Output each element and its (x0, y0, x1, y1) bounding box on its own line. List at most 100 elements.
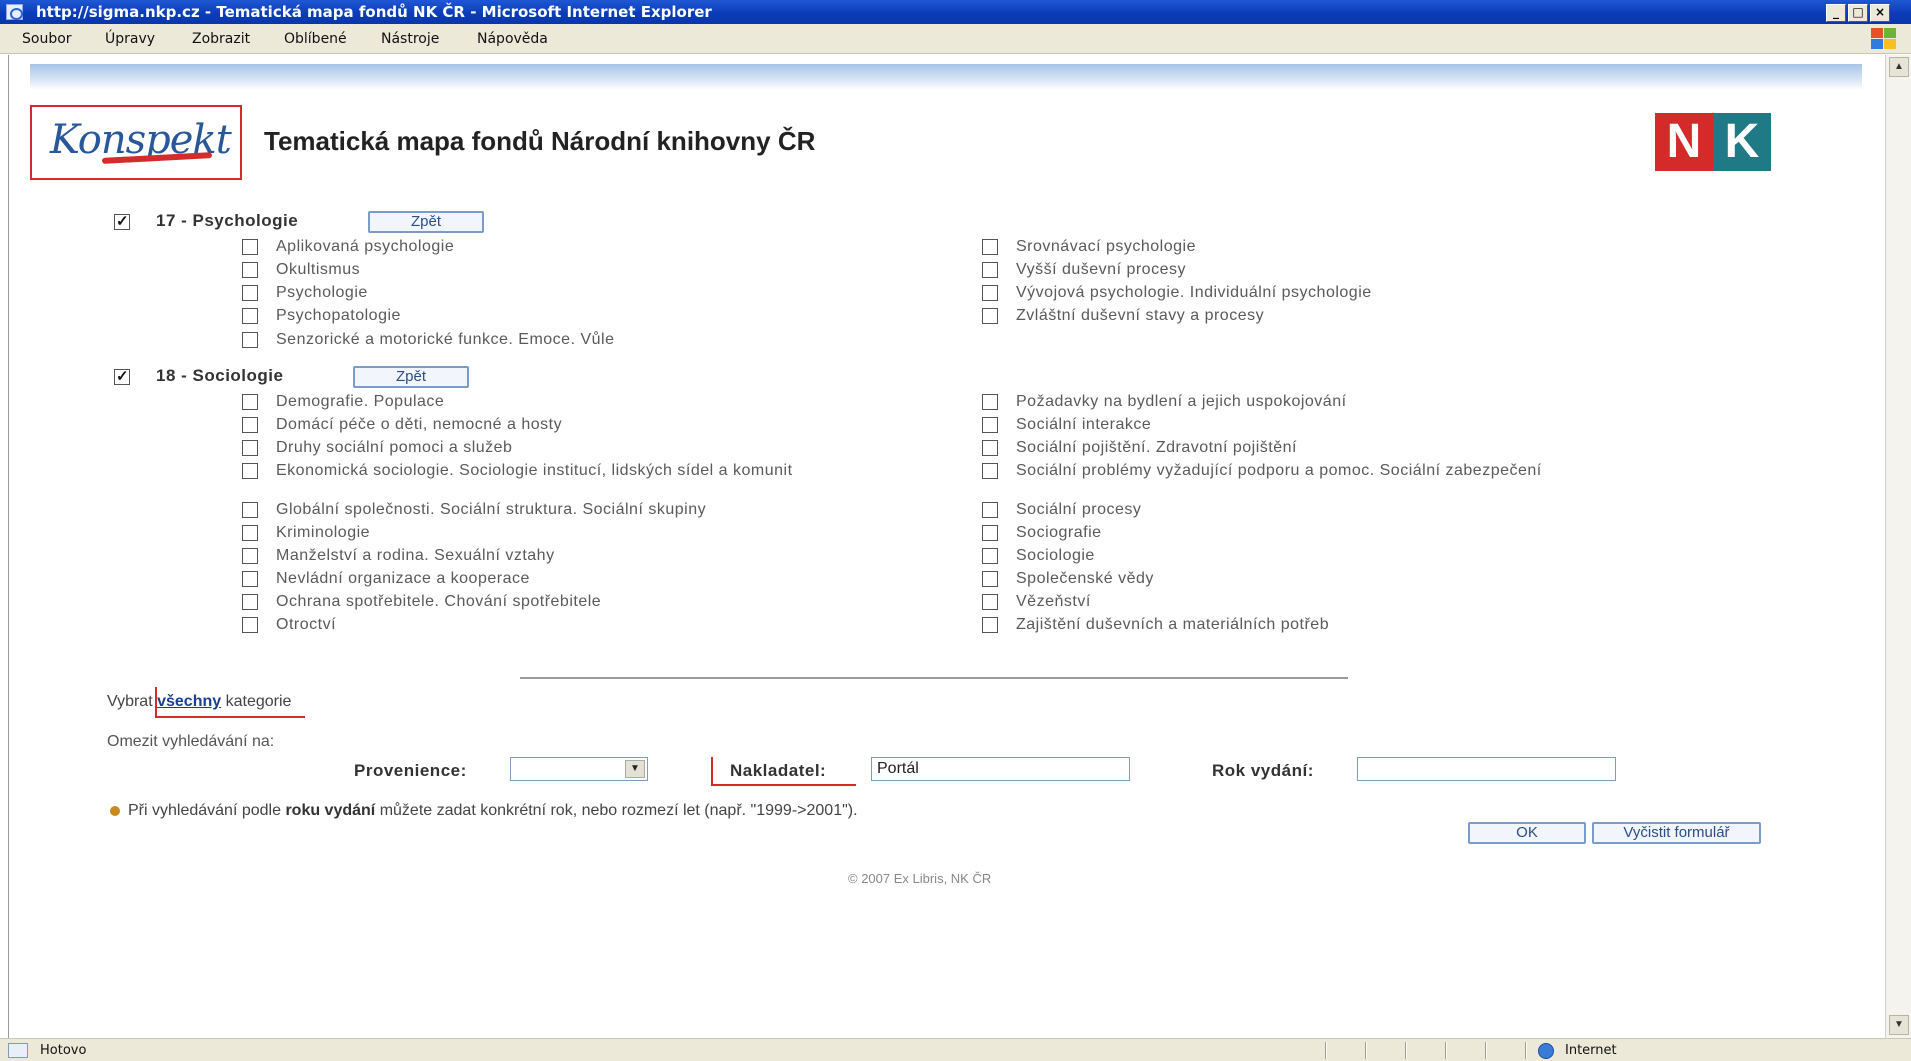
year-label: Rok vydání: (1212, 761, 1314, 780)
subcategory-checkbox[interactable] (242, 417, 258, 433)
select-all-prefix: Vybrat (107, 693, 153, 710)
scroll-up-icon[interactable]: ▲ (1889, 57, 1909, 77)
menu-napoveda[interactable]: Nápověda (477, 31, 548, 47)
copyright-notice: © 2007 Ex Libris, NK ČR (848, 871, 992, 886)
menu-bar: Soubor Úpravy Zobrazit Oblíbené Nástroje… (0, 24, 1911, 54)
minimize-button[interactable]: _ (1826, 4, 1846, 22)
menu-soubor[interactable]: Soubor (22, 31, 72, 47)
select-all-link[interactable]: všechny (157, 693, 221, 710)
publisher-label: Nakladatel: (730, 761, 827, 780)
subcategory-label: Srovnávací psychologie (1016, 238, 1196, 255)
status-separator (1365, 1042, 1367, 1059)
chevron-down-icon[interactable]: ▼ (625, 760, 645, 778)
scroll-down-icon[interactable]: ▼ (1889, 1015, 1909, 1035)
subcategory-label: Požadavky na bydlení a jejich uspokojová… (1016, 393, 1347, 410)
subcategory-label: Vývojová psychologie. Individuální psych… (1016, 284, 1372, 301)
konspekt-logo: Konspekt (30, 105, 242, 180)
annotation-mark (155, 687, 157, 717)
internet-explorer-icon (6, 4, 23, 20)
subcategory-label: Aplikovaná psychologie (276, 238, 455, 255)
status-separator (1325, 1042, 1327, 1059)
subcategory-checkbox[interactable] (982, 502, 998, 518)
vertical-scrollbar[interactable]: ▲ ▼ (1885, 55, 1911, 1038)
hint-prefix: Při vyhledávání podle (128, 802, 281, 819)
subcategory-label: Kriminologie (276, 524, 371, 541)
subcategory-label: Společenské vědy (1016, 570, 1154, 587)
clear-form-button[interactable]: Vyčistit formulář (1592, 822, 1761, 844)
subcategory-label: Sociální problémy vyžadující podporu a p… (1016, 462, 1542, 479)
subcategory-checkbox[interactable] (242, 525, 258, 541)
category-17-back-button[interactable]: Zpět (368, 211, 484, 233)
maximize-button[interactable]: □ (1848, 4, 1868, 22)
subcategory-label: Otroctví (276, 616, 337, 633)
menu-zobrazit[interactable]: Zobrazit (192, 31, 250, 47)
subcategory-checkbox[interactable] (982, 262, 998, 278)
subcategory-checkbox[interactable] (242, 571, 258, 587)
page-icon (8, 1043, 28, 1058)
subcategory-label: Demografie. Populace (276, 393, 445, 410)
menu-oblibene[interactable]: Oblíbené (284, 31, 347, 47)
subcategory-checkbox[interactable] (242, 502, 258, 518)
status-text: Hotovo (40, 1043, 87, 1058)
subcategory-checkbox[interactable] (982, 463, 998, 479)
subcategory-checkbox[interactable] (982, 417, 998, 433)
provenience-select[interactable]: ▼ (510, 757, 648, 781)
subcategory-checkbox[interactable] (982, 617, 998, 633)
subcategory-checkbox[interactable] (242, 440, 258, 456)
subcategory-checkbox[interactable] (242, 594, 258, 610)
menu-upravy[interactable]: Úpravy (105, 31, 155, 47)
subcategory-checkbox[interactable] (242, 394, 258, 410)
subcategory-checkbox[interactable] (982, 394, 998, 410)
subcategory-checkbox[interactable] (242, 239, 258, 255)
category-17-checkbox[interactable] (114, 212, 130, 230)
annotation-mark (711, 784, 856, 786)
subcategory-checkbox[interactable] (242, 548, 258, 564)
subcategory-checkbox[interactable] (982, 239, 998, 255)
status-separator (1405, 1042, 1407, 1059)
year-input[interactable] (1357, 757, 1616, 781)
menu-nastroje[interactable]: Nástroje (381, 31, 439, 47)
subcategory-label: Globální společnosti. Sociální struktura… (276, 501, 707, 518)
annotation-mark (155, 716, 305, 718)
subcategory-checkbox[interactable] (982, 594, 998, 610)
subcategory-label: Senzorické a motorické funkce. Emoce. Vů… (276, 331, 615, 348)
subcategory-label: Manželství a rodina. Sexuální vztahy (276, 547, 555, 564)
subcategory-checkbox[interactable] (982, 571, 998, 587)
hint-suffix: můžete zadat konkrétní rok, nebo rozmezí… (379, 802, 858, 819)
nk-logo-k: K (1713, 113, 1771, 171)
annotation-mark (711, 757, 713, 785)
subcategory-checkbox[interactable] (242, 332, 258, 348)
header-gradient-strip (30, 64, 1862, 90)
subcategory-checkbox[interactable] (982, 440, 998, 456)
subcategory-label: Zvláštní duševní stavy a procesy (1016, 307, 1265, 324)
subcategory-checkbox[interactable] (242, 262, 258, 278)
subcategory-checkbox[interactable] (982, 548, 998, 564)
subcategory-label: Vyšší duševní procesy (1016, 261, 1186, 278)
subcategory-checkbox[interactable] (242, 617, 258, 633)
category-18-checkbox[interactable] (114, 367, 130, 385)
subcategory-label: Psychopatologie (276, 307, 401, 324)
subcategory-checkbox[interactable] (982, 525, 998, 541)
subcategory-label: Sociologie (1016, 547, 1095, 564)
close-button[interactable]: × (1870, 4, 1890, 22)
security-zone-text: Internet (1565, 1043, 1617, 1058)
subcategory-checkbox[interactable] (242, 285, 258, 301)
subcategory-label: Sociální interakce (1016, 416, 1152, 433)
subcategory-checkbox[interactable] (982, 308, 998, 324)
window-title: http://sigma.nkp.cz - Tematická mapa fon… (36, 3, 712, 21)
subcategory-checkbox[interactable] (982, 285, 998, 301)
publisher-input[interactable]: Portál (871, 757, 1130, 781)
ok-button[interactable]: OK (1468, 822, 1586, 844)
subcategory-checkbox[interactable] (242, 463, 258, 479)
subcategory-label: Psychologie (276, 284, 368, 301)
bullet-icon (110, 805, 120, 816)
subcategory-label: Okultismus (276, 261, 361, 278)
subcategory-checkbox[interactable] (242, 308, 258, 324)
hint-bold: roku vydání (285, 802, 376, 819)
window-title-bar[interactable]: http://sigma.nkp.cz - Tematická mapa fon… (0, 0, 1911, 24)
category-18-back-button[interactable]: Zpět (353, 366, 469, 388)
restrict-search-label: Omezit vyhledávání na: (107, 733, 275, 750)
status-bar: Hotovo Internet (0, 1038, 1911, 1061)
globe-icon (1538, 1043, 1554, 1059)
year-hint: Při vyhledávání podle roku vydání můžete… (110, 802, 858, 820)
